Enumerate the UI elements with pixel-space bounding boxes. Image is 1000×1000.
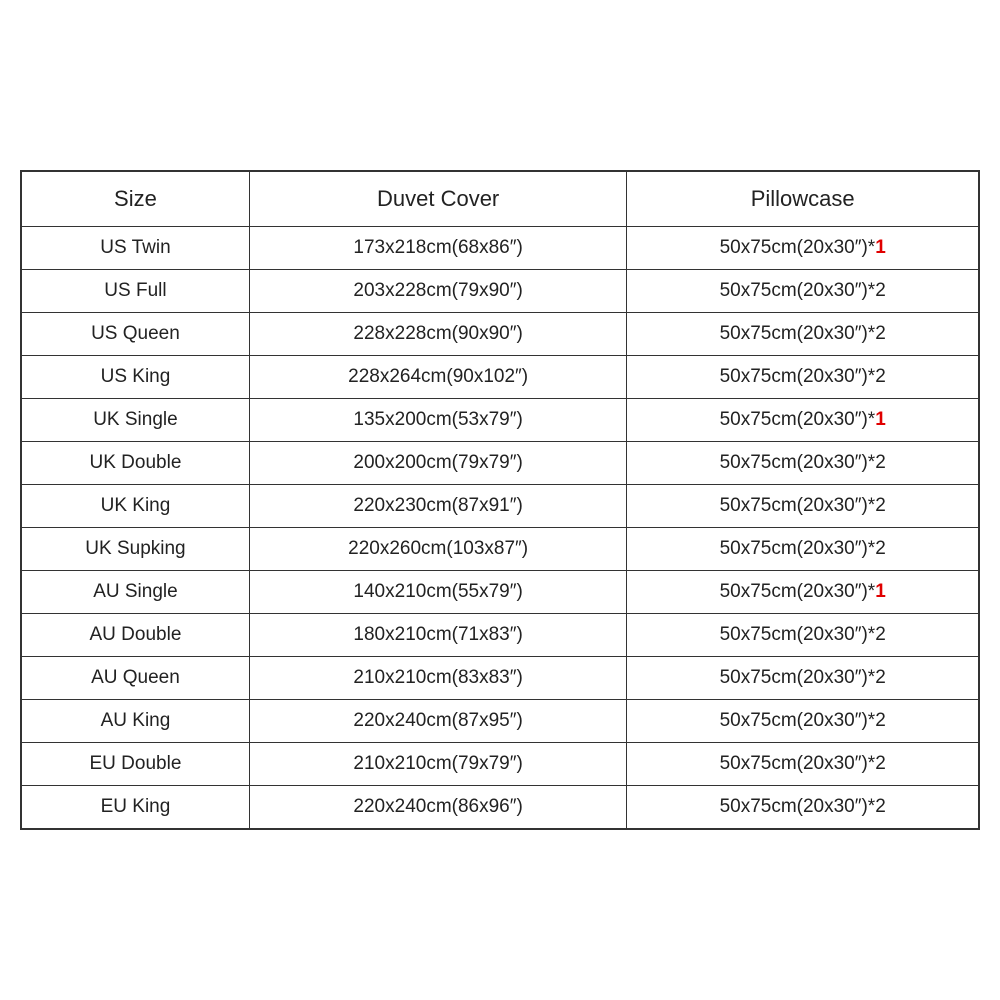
- cell-size: US Queen: [22, 313, 250, 356]
- cell-duvet: 228x228cm(90x90″): [249, 313, 626, 356]
- cell-pillowcase: 50x75cm(20x30″)*2: [627, 313, 979, 356]
- cell-duvet: 228x264cm(90x102″): [249, 356, 626, 399]
- cell-duvet: 200x200cm(79x79″): [249, 442, 626, 485]
- cell-duvet: 135x200cm(53x79″): [249, 399, 626, 442]
- table-row: AU King220x240cm(87x95″)50x75cm(20x30″)*…: [22, 700, 979, 743]
- cell-size: UK Double: [22, 442, 250, 485]
- pillowcase-count-red: 1: [875, 581, 886, 602]
- table-row: US King228x264cm(90x102″)50x75cm(20x30″)…: [22, 356, 979, 399]
- cell-size: AU Single: [22, 571, 250, 614]
- cell-pillowcase: 50x75cm(20x30″)*1: [627, 571, 979, 614]
- pillowcase-count-red: 1: [875, 409, 886, 430]
- table-row: AU Single140x210cm(55x79″)50x75cm(20x30″…: [22, 571, 979, 614]
- cell-size: AU Queen: [22, 657, 250, 700]
- cell-size: EU King: [22, 786, 250, 829]
- table-row: UK King220x230cm(87x91″)50x75cm(20x30″)*…: [22, 485, 979, 528]
- table-row: UK Double200x200cm(79x79″)50x75cm(20x30″…: [22, 442, 979, 485]
- cell-pillowcase: 50x75cm(20x30″)*1: [627, 399, 979, 442]
- pillowcase-base-text: 50x75cm(20x30″)*: [720, 409, 876, 430]
- table-header-row: Size Duvet Cover Pillowcase: [22, 172, 979, 227]
- cell-size: UK Single: [22, 399, 250, 442]
- cell-size: UK King: [22, 485, 250, 528]
- cell-size: AU King: [22, 700, 250, 743]
- cell-duvet: 220x230cm(87x91″): [249, 485, 626, 528]
- cell-pillowcase: 50x75cm(20x30″)*2: [627, 614, 979, 657]
- cell-size: UK Supking: [22, 528, 250, 571]
- table-row: EU Double210x210cm(79x79″)50x75cm(20x30″…: [22, 743, 979, 786]
- table-row: EU King220x240cm(86x96″)50x75cm(20x30″)*…: [22, 786, 979, 829]
- cell-pillowcase: 50x75cm(20x30″)*2: [627, 657, 979, 700]
- cell-pillowcase: 50x75cm(20x30″)*2: [627, 356, 979, 399]
- cell-size: US Twin: [22, 227, 250, 270]
- pillowcase-count-red: 1: [875, 237, 886, 258]
- cell-size: US Full: [22, 270, 250, 313]
- header-size: Size: [22, 172, 250, 227]
- cell-duvet: 220x240cm(87x95″): [249, 700, 626, 743]
- table-row: US Twin173x218cm(68x86″)50x75cm(20x30″)*…: [22, 227, 979, 270]
- cell-duvet: 180x210cm(71x83″): [249, 614, 626, 657]
- cell-pillowcase: 50x75cm(20x30″)*2: [627, 442, 979, 485]
- table-row: US Queen228x228cm(90x90″)50x75cm(20x30″)…: [22, 313, 979, 356]
- cell-duvet: 140x210cm(55x79″): [249, 571, 626, 614]
- table-row: UK Supking220x260cm(103x87″)50x75cm(20x3…: [22, 528, 979, 571]
- header-duvet-cover: Duvet Cover: [249, 172, 626, 227]
- cell-pillowcase: 50x75cm(20x30″)*1: [627, 227, 979, 270]
- cell-pillowcase: 50x75cm(20x30″)*2: [627, 485, 979, 528]
- cell-duvet: 220x240cm(86x96″): [249, 786, 626, 829]
- cell-size: AU Double: [22, 614, 250, 657]
- size-chart-container: Size Duvet Cover Pillowcase US Twin173x2…: [20, 170, 980, 830]
- pillowcase-base-text: 50x75cm(20x30″)*: [720, 237, 876, 258]
- cell-pillowcase: 50x75cm(20x30″)*2: [627, 700, 979, 743]
- table-row: UK Single135x200cm(53x79″)50x75cm(20x30″…: [22, 399, 979, 442]
- pillowcase-base-text: 50x75cm(20x30″)*: [720, 581, 876, 602]
- cell-pillowcase: 50x75cm(20x30″)*2: [627, 528, 979, 571]
- table-row: AU Queen210x210cm(83x83″)50x75cm(20x30″)…: [22, 657, 979, 700]
- cell-duvet: 220x260cm(103x87″): [249, 528, 626, 571]
- cell-duvet: 210x210cm(79x79″): [249, 743, 626, 786]
- cell-size: US King: [22, 356, 250, 399]
- cell-size: EU Double: [22, 743, 250, 786]
- table-row: US Full203x228cm(79x90″)50x75cm(20x30″)*…: [22, 270, 979, 313]
- cell-pillowcase: 50x75cm(20x30″)*2: [627, 743, 979, 786]
- cell-pillowcase: 50x75cm(20x30″)*2: [627, 786, 979, 829]
- cell-duvet: 173x218cm(68x86″): [249, 227, 626, 270]
- cell-duvet: 210x210cm(83x83″): [249, 657, 626, 700]
- cell-duvet: 203x228cm(79x90″): [249, 270, 626, 313]
- cell-pillowcase: 50x75cm(20x30″)*2: [627, 270, 979, 313]
- size-chart-table: Size Duvet Cover Pillowcase US Twin173x2…: [21, 171, 979, 829]
- header-pillowcase: Pillowcase: [627, 172, 979, 227]
- table-row: AU Double180x210cm(71x83″)50x75cm(20x30″…: [22, 614, 979, 657]
